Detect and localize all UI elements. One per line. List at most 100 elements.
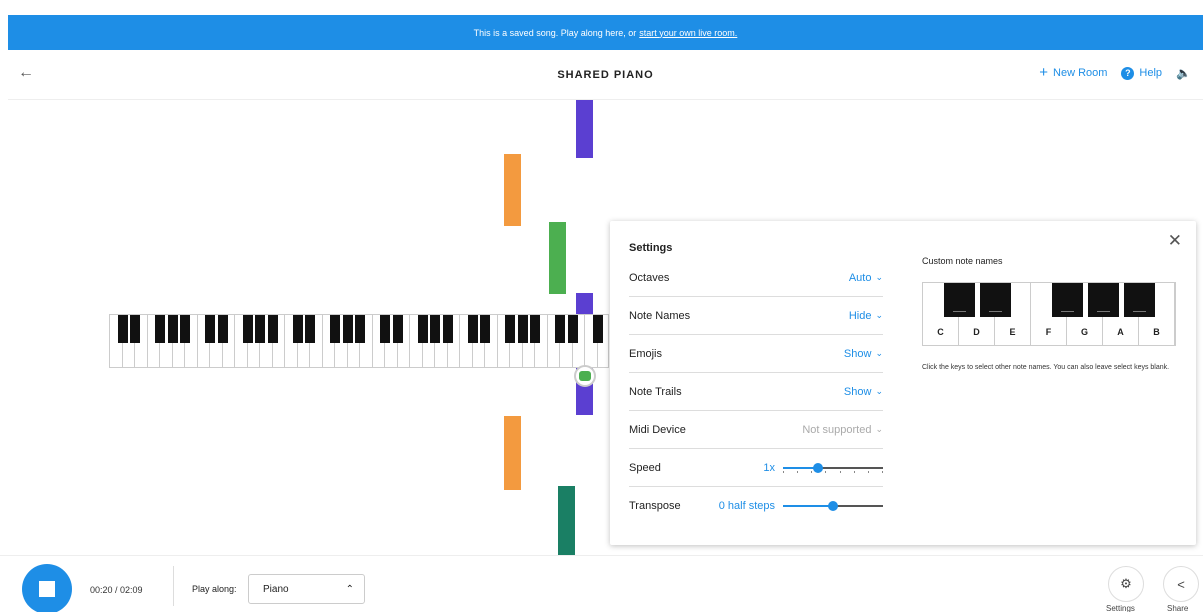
- header: ← SHARED PIANO + New Room ? Help 🔈: [8, 50, 1203, 100]
- piano-black-key[interactable]: [442, 315, 453, 343]
- octaves-value: Auto: [848, 271, 872, 284]
- help-icon: ?: [1121, 66, 1135, 80]
- speed-slider[interactable]: [783, 462, 883, 473]
- player-bar: 00:20 / 02:09 Play along: Piano ⌃ ⚙ Sett…: [0, 555, 1203, 612]
- setting-note-names: Note Names Hide ⌄: [629, 297, 883, 335]
- piano-keyboard[interactable]: [109, 314, 609, 368]
- note-bar-orange-bottom: [504, 416, 521, 490]
- app-frame: This is a saved song. Play along here, o…: [0, 0, 1203, 612]
- speed-label: Speed: [629, 461, 661, 474]
- share-icon: <: [1177, 576, 1185, 592]
- piano-black-key[interactable]: [430, 315, 440, 343]
- divider: [173, 566, 174, 606]
- piano-black-key[interactable]: [330, 315, 340, 343]
- volume-icon[interactable]: 🔈: [1176, 66, 1191, 80]
- piano-black-key[interactable]: [392, 315, 403, 343]
- piano-black-key[interactable]: [517, 315, 528, 343]
- custom-note-black-key[interactable]: [980, 283, 1011, 317]
- close-icon[interactable]: ✕: [1168, 231, 1182, 251]
- piano-black-key[interactable]: [342, 315, 353, 343]
- header-actions: + New Room ? Help 🔈: [1039, 64, 1191, 81]
- custom-note-black-key[interactable]: [1088, 283, 1119, 317]
- note-names-label: Note Names: [629, 309, 691, 322]
- setting-midi-device: Midi Device Not supported ⌄: [629, 411, 883, 449]
- note-bar-teal: [558, 486, 575, 556]
- chevron-up-icon: ⌃: [345, 583, 354, 595]
- settings-label: Settings: [1106, 604, 1135, 612]
- custom-note-black-key[interactable]: [1052, 283, 1083, 317]
- custom-note-names-title: Custom note names: [922, 256, 1003, 266]
- octaves-select[interactable]: Auto ⌄: [849, 272, 883, 284]
- settings-button[interactable]: ⚙: [1108, 566, 1144, 602]
- page-title: SHARED PIANO: [557, 69, 654, 81]
- custom-note-names-help: Click the keys to select other note name…: [922, 364, 1170, 371]
- plus-icon: +: [1039, 64, 1049, 81]
- new-room-button[interactable]: + New Room: [1039, 64, 1107, 81]
- midi-device-value: Not supported: [802, 423, 872, 436]
- piano-black-key[interactable]: [355, 315, 365, 343]
- chevron-down-icon: ⌄: [875, 310, 883, 320]
- piano-black-key[interactable]: [567, 315, 578, 343]
- note-bar-green: [549, 222, 566, 294]
- midi-device-label: Midi Device: [629, 423, 686, 436]
- piano-black-key[interactable]: [180, 315, 190, 343]
- saved-song-banner: This is a saved song. Play along here, o…: [8, 15, 1203, 50]
- chevron-down-icon: ⌄: [875, 272, 883, 282]
- note-trails-select[interactable]: Show ⌄: [844, 386, 883, 398]
- gear-icon: ⚙: [1120, 576, 1132, 591]
- settings-panel: Settings ✕ Octaves Auto ⌄ Note Names Hid…: [610, 221, 1196, 545]
- piano-black-key[interactable]: [380, 315, 390, 343]
- help-button[interactable]: ? Help: [1121, 66, 1163, 80]
- transpose-value: 0 half steps: [718, 500, 775, 512]
- stop-button[interactable]: [22, 564, 72, 612]
- chevron-down-icon: ⌄: [875, 386, 883, 396]
- piano-black-key[interactable]: [417, 315, 428, 343]
- piano-black-key[interactable]: [242, 315, 253, 343]
- share-button[interactable]: <: [1163, 566, 1199, 602]
- playback-time: 00:20 / 02:09: [90, 585, 143, 595]
- note-bar-orange-top: [504, 154, 521, 226]
- piano-black-key[interactable]: [255, 315, 265, 343]
- piano-black-key[interactable]: [205, 315, 215, 343]
- piano-black-key[interactable]: [267, 315, 278, 343]
- help-label: Help: [1139, 67, 1163, 79]
- piano-black-key[interactable]: [130, 315, 140, 343]
- instrument-select[interactable]: Piano ⌃: [248, 574, 365, 604]
- piano-black-key[interactable]: [505, 315, 515, 343]
- setting-octaves: Octaves Auto ⌄: [629, 259, 883, 297]
- piano-black-key[interactable]: [555, 315, 565, 343]
- note-bar-purple-top: [576, 100, 593, 158]
- piano-black-key[interactable]: [530, 315, 540, 343]
- settings-title: Settings: [629, 242, 673, 254]
- note-names-select[interactable]: Hide ⌄: [849, 310, 883, 322]
- custom-note-black-key[interactable]: [1124, 283, 1155, 317]
- setting-transpose: Transpose 0 half steps: [629, 487, 883, 525]
- emojis-label: Emojis: [629, 347, 663, 360]
- setting-emojis: Emojis Show ⌄: [629, 335, 883, 373]
- custom-note-keyboard: CDEFGAB: [922, 282, 1176, 346]
- banner-text: This is a saved song. Play along here, o…: [473, 27, 637, 38]
- setting-speed: Speed 1x: [629, 449, 883, 487]
- piano-black-key[interactable]: [480, 315, 490, 343]
- note-trails-value: Show: [843, 385, 872, 398]
- emojis-select[interactable]: Show ⌄: [844, 348, 883, 360]
- piano-black-key[interactable]: [305, 315, 315, 343]
- piano-black-key[interactable]: [155, 315, 165, 343]
- piano-black-key[interactable]: [467, 315, 478, 343]
- emojis-value: Show: [843, 347, 872, 360]
- note-names-value: Hide: [848, 309, 872, 322]
- transpose-label: Transpose: [629, 500, 681, 512]
- piano-black-key[interactable]: [592, 315, 603, 343]
- piano-black-key[interactable]: [117, 315, 128, 343]
- transpose-slider[interactable]: [783, 501, 883, 511]
- piano-black-key[interactable]: [292, 315, 303, 343]
- playhead-emoji-icon: [574, 365, 596, 387]
- share-label: Share: [1167, 604, 1189, 612]
- piano-black-key[interactable]: [217, 315, 228, 343]
- settings-rows: Octaves Auto ⌄ Note Names Hide ⌄ Emojis …: [629, 259, 883, 525]
- custom-note-black-key[interactable]: [944, 283, 975, 317]
- piano-black-key[interactable]: [167, 315, 178, 343]
- start-live-room-link[interactable]: start your own live room.: [639, 28, 737, 38]
- speed-value: 1x: [763, 461, 775, 474]
- octaves-label: Octaves: [629, 271, 670, 284]
